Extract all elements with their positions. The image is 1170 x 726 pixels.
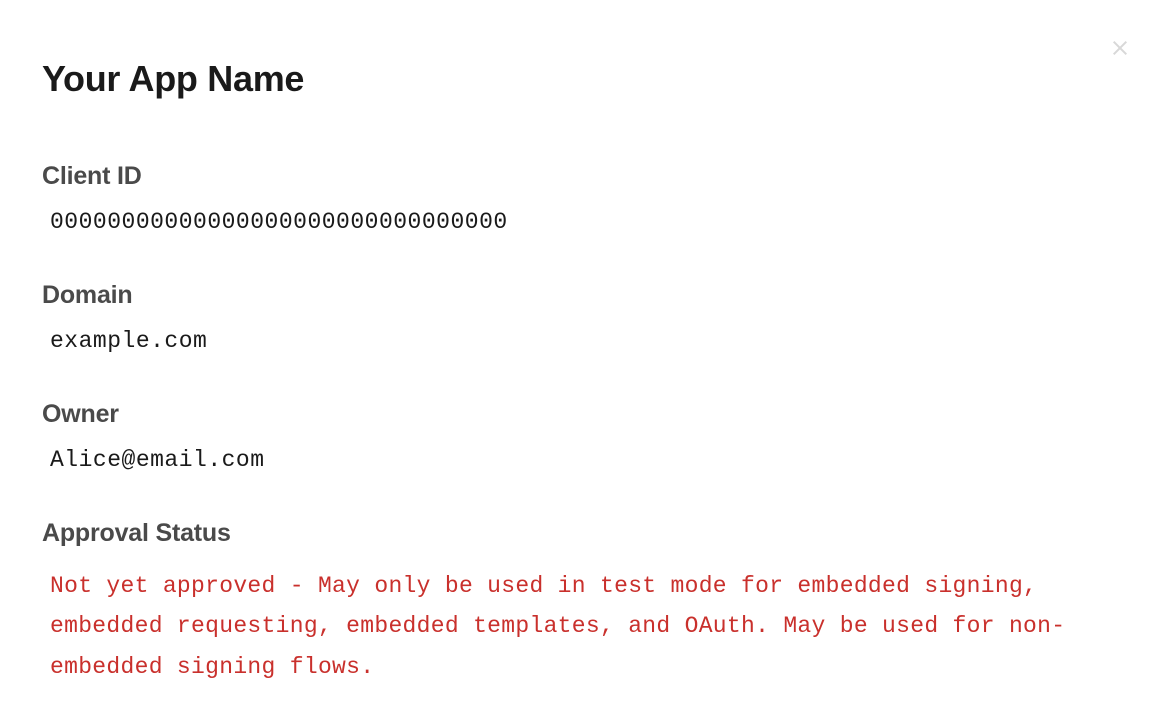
approval-status-value: Not yet approved - May only be used in t… [42, 566, 1122, 687]
domain-value: example.com [42, 328, 1128, 354]
app-title: Your App Name [42, 58, 1128, 100]
close-button[interactable] [1106, 36, 1134, 64]
client-id-label: Client ID [42, 162, 1128, 191]
approval-status-field: Approval Status Not yet approved - May o… [42, 519, 1128, 687]
owner-value: Alice@email.com [42, 447, 1128, 473]
close-icon [1108, 36, 1132, 65]
client-id-value: 00000000000000000000000000000000 [42, 209, 1128, 235]
domain-label: Domain [42, 281, 1128, 310]
approval-status-label: Approval Status [42, 519, 1128, 548]
owner-label: Owner [42, 400, 1128, 429]
owner-field: Owner Alice@email.com [42, 400, 1128, 473]
domain-field: Domain example.com [42, 281, 1128, 354]
client-id-field: Client ID 000000000000000000000000000000… [42, 162, 1128, 235]
